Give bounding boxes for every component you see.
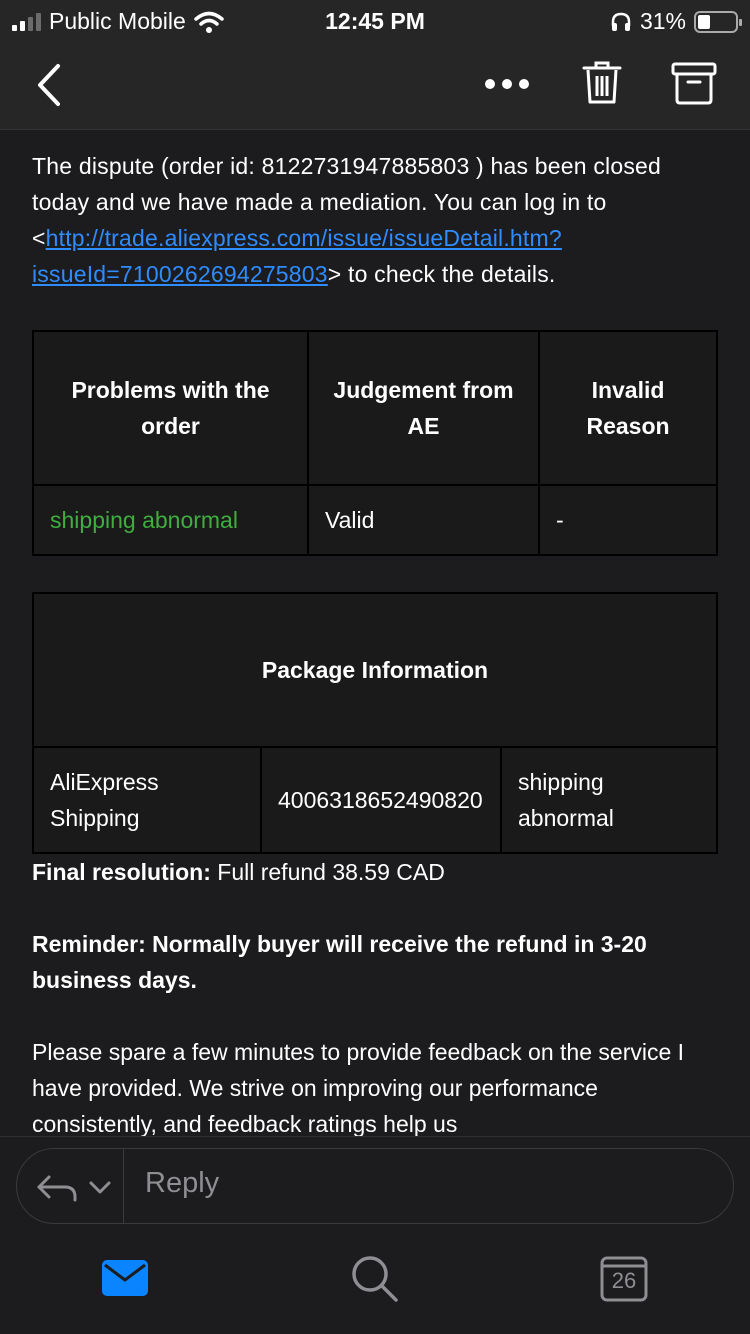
top-header: Public Mobile 12:45 PM 31% — [0, 0, 750, 130]
reminder-text: Reminder: Normally buyer will receive th… — [32, 931, 647, 993]
calendar-tab[interactable]: 26 — [600, 1256, 648, 1302]
trash-icon[interactable] — [580, 60, 624, 106]
status-bar: Public Mobile 12:45 PM 31% — [0, 0, 750, 44]
final-resolution: Final resolution: Full refund 38.59 CAD — [32, 854, 718, 890]
feedback-text: Please spare a few minutes to provide fe… — [32, 1039, 685, 1137]
mail-icon[interactable] — [102, 1260, 148, 1296]
tracking-number: 4006318652490820 — [260, 746, 502, 854]
back-chevron-icon[interactable] — [30, 60, 70, 110]
calendar-day: 26 — [611, 1268, 637, 1293]
package-table-header: Package Information — [32, 592, 718, 748]
email-intro: The dispute (order id: 8122731947885803 … — [32, 148, 718, 292]
dispute-table: Problems with the order Judgement from A… — [32, 330, 718, 556]
battery-icon — [694, 10, 742, 33]
more-icon[interactable] — [484, 72, 530, 96]
header-invalid-reason: Invalid Reason — [538, 330, 718, 486]
package-table: Package Information AliExpress Shipping … — [32, 592, 718, 854]
headphones-icon — [611, 12, 631, 31]
reply-input[interactable]: Reply — [145, 1167, 219, 1200]
shipping-method: AliExpress Shipping — [32, 746, 262, 854]
table-row: AliExpress Shipping 4006318652490820 shi… — [32, 746, 718, 854]
dispute-table-header: Problems with the order Judgement from A… — [32, 330, 718, 486]
right-status: 31% — [610, 8, 742, 35]
reply-options-icon[interactable] — [35, 1167, 125, 1207]
archive-icon[interactable] — [670, 60, 718, 106]
reply-bar[interactable]: Reply — [16, 1148, 734, 1224]
package-header: Package Information — [32, 592, 718, 748]
intro-text-end: > to check the details. — [327, 261, 556, 287]
package-status: shipping abnormal — [500, 746, 718, 854]
invalid-reason-value: - — [538, 484, 718, 556]
table-row: shipping abnormal Valid - — [32, 484, 718, 556]
final-value: Full refund 38.59 CAD — [210, 859, 445, 885]
header-judgement: Judgement from AE — [307, 330, 540, 486]
final-label: Final resolution: — [32, 859, 211, 885]
divider — [123, 1149, 124, 1223]
header-problems: Problems with the order — [32, 330, 309, 486]
battery-percent: 31% — [639, 8, 686, 34]
judgement-value: Valid — [307, 484, 540, 556]
search-icon[interactable] — [350, 1254, 400, 1304]
problem-value: shipping abnormal — [32, 484, 309, 556]
